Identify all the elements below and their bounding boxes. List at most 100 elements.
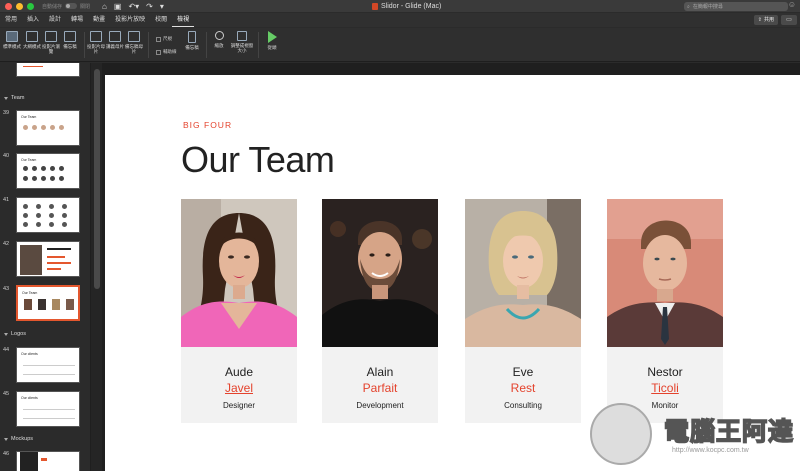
thumbnail-avatar [36, 213, 41, 218]
thumbnail-avatar-row [23, 166, 64, 171]
thumbnail-avatar [23, 222, 28, 227]
team-card[interactable]: Nestor Ticoli Monitor [607, 199, 723, 423]
slide-master-button[interactable]: 投影片母片 [87, 31, 105, 54]
more-icon[interactable]: ☺ [788, 0, 796, 9]
slide-thumbnail-45[interactable]: Our clients [16, 391, 80, 427]
thumbnail-title: Our Team [21, 115, 37, 119]
slide-thumbnail-46[interactable] [16, 451, 80, 471]
save-icon[interactable]: ▣ [114, 2, 122, 11]
tab-insert[interactable]: 插入 [22, 13, 44, 27]
thumbnail-title: Our Team [22, 291, 38, 295]
ruler-checkbox[interactable]: 尺規 [156, 36, 172, 42]
thumbnail-photo [38, 299, 46, 310]
portrait-image [465, 199, 581, 347]
team-card[interactable]: Aude Javel Designer [181, 199, 297, 423]
redo-icon[interactable]: ↷ [146, 2, 153, 11]
section-header-logos[interactable]: Logos [4, 331, 26, 337]
slide-thumbnail-42[interactable] [16, 241, 80, 277]
tab-transitions[interactable]: 轉場 [66, 13, 88, 27]
team-member-photo[interactable] [181, 199, 297, 347]
slide-thumbnail-39[interactable]: Our Team [16, 110, 80, 146]
ribbon-divider [148, 32, 149, 58]
team-card[interactable]: Eve Rest Consulting [465, 199, 581, 423]
thumbnail-avatar [50, 166, 55, 171]
slide-number: 46 [3, 451, 10, 457]
section-header-team[interactable]: Team [4, 95, 24, 101]
thumbnail-avatar [62, 222, 67, 227]
slide-sorter-button[interactable]: 投影片瀏覽 [42, 31, 60, 54]
comments-button[interactable]: ▭ [781, 15, 797, 25]
team-card[interactable]: Alain Parfait Development [322, 199, 438, 423]
thumbnail-avatar [32, 166, 37, 171]
team-member-photo[interactable] [465, 199, 581, 347]
minimize-window-button[interactable] [16, 2, 23, 10]
thumbnail-accent-line [47, 262, 71, 264]
handout-master-button[interactable]: 講義母片 [106, 31, 124, 49]
portrait-image [607, 199, 723, 347]
thumbnail-avatar [23, 166, 28, 171]
play-icon [267, 31, 277, 43]
member-first-name: Eve [512, 365, 534, 379]
notes-master-label: 備忘稿母片 [125, 44, 143, 54]
member-last-name: Rest [510, 381, 536, 395]
section-header-mockups[interactable]: Mockups [4, 436, 33, 442]
scrollbar-thumb[interactable] [94, 69, 100, 289]
thumbnail-avatar-row [23, 222, 67, 227]
tab-slideshow[interactable]: 投影片放映 [110, 13, 150, 27]
team-member-photo[interactable] [607, 199, 723, 347]
member-role: Consulting [504, 401, 542, 410]
team-member-photo[interactable] [322, 199, 438, 347]
outline-view-button[interactable]: 大綱模式 [23, 31, 41, 49]
slide-eyebrow[interactable]: BIG FOUR [183, 120, 232, 130]
tab-design[interactable]: 設計 [44, 13, 66, 27]
thumbnail-accent-line [47, 256, 65, 258]
notes-button[interactable]: 備忘稿 [183, 31, 201, 50]
guides-checkbox-box [156, 49, 161, 55]
undo-icon[interactable]: ↶▾ [128, 2, 139, 11]
watermark-mascot-icon [590, 403, 652, 465]
section-label: Logos [11, 331, 26, 337]
play-from-start-button[interactable]: 從頭 [263, 31, 281, 50]
portrait-image [181, 199, 297, 347]
slide-master-icon [90, 31, 102, 42]
normal-view-button[interactable]: 標準模式 [3, 31, 21, 49]
thumbnail-photo [66, 299, 74, 310]
slide-thumbnail-43[interactable]: Our Team [16, 285, 80, 321]
slide-sorter-label: 投影片瀏覽 [42, 44, 60, 54]
handout-master-label: 講義母片 [106, 44, 124, 49]
customize-icon[interactable]: ▾ [160, 2, 164, 11]
slide-thumbnail[interactable] [16, 63, 80, 77]
thumbnail-title: Our clients [21, 352, 38, 356]
thumbnail-avatar [23, 125, 28, 130]
tab-home[interactable]: 常用 [0, 13, 22, 27]
share-icon: ⇪ [757, 17, 762, 23]
tab-view[interactable]: 檢視 [172, 13, 195, 27]
notes-label: 備忘稿 [185, 45, 199, 50]
tab-review[interactable]: 校閱 [150, 13, 172, 27]
fit-to-window-button[interactable]: 調整成視窗大小 [230, 31, 254, 53]
thumbnail-accent-line [47, 268, 61, 270]
slide-thumbnail-41[interactable] [16, 197, 80, 233]
notes-page-button[interactable]: 備忘稿 [61, 31, 79, 49]
watermark-text: 電腦王阿達 [663, 417, 795, 447]
close-window-button[interactable] [5, 2, 12, 10]
notes-master-button[interactable]: 備忘稿母片 [125, 31, 143, 54]
section-label: Team [11, 95, 25, 101]
member-last-name-link[interactable]: Javel [181, 381, 297, 395]
tab-animations[interactable]: 動畫 [88, 13, 110, 27]
search-input[interactable]: ⌕ 在簡報中搜尋 [684, 2, 788, 11]
guides-checkbox[interactable]: 輔助線 [156, 49, 177, 55]
slide-thumbnail-44[interactable]: Our clients [16, 347, 80, 383]
slide-number: 43 [3, 286, 10, 292]
slide-thumbnail-40[interactable]: Our Team [16, 153, 80, 189]
autosave: 自動儲存 關閉 [42, 3, 90, 10]
share-button[interactable]: ⇪ 共用 [753, 15, 778, 25]
zoom-window-button[interactable] [27, 2, 34, 10]
member-last-name-link[interactable]: Ticoli [607, 381, 723, 395]
outline-view-icon [26, 31, 38, 42]
thumbnails-scrollbar[interactable] [90, 63, 102, 471]
autosave-toggle[interactable] [65, 3, 78, 9]
home-icon[interactable]: ⌂ [102, 2, 107, 11]
slide-title[interactable]: Our Team [181, 139, 335, 181]
zoom-button[interactable]: 縮放 [210, 31, 228, 48]
